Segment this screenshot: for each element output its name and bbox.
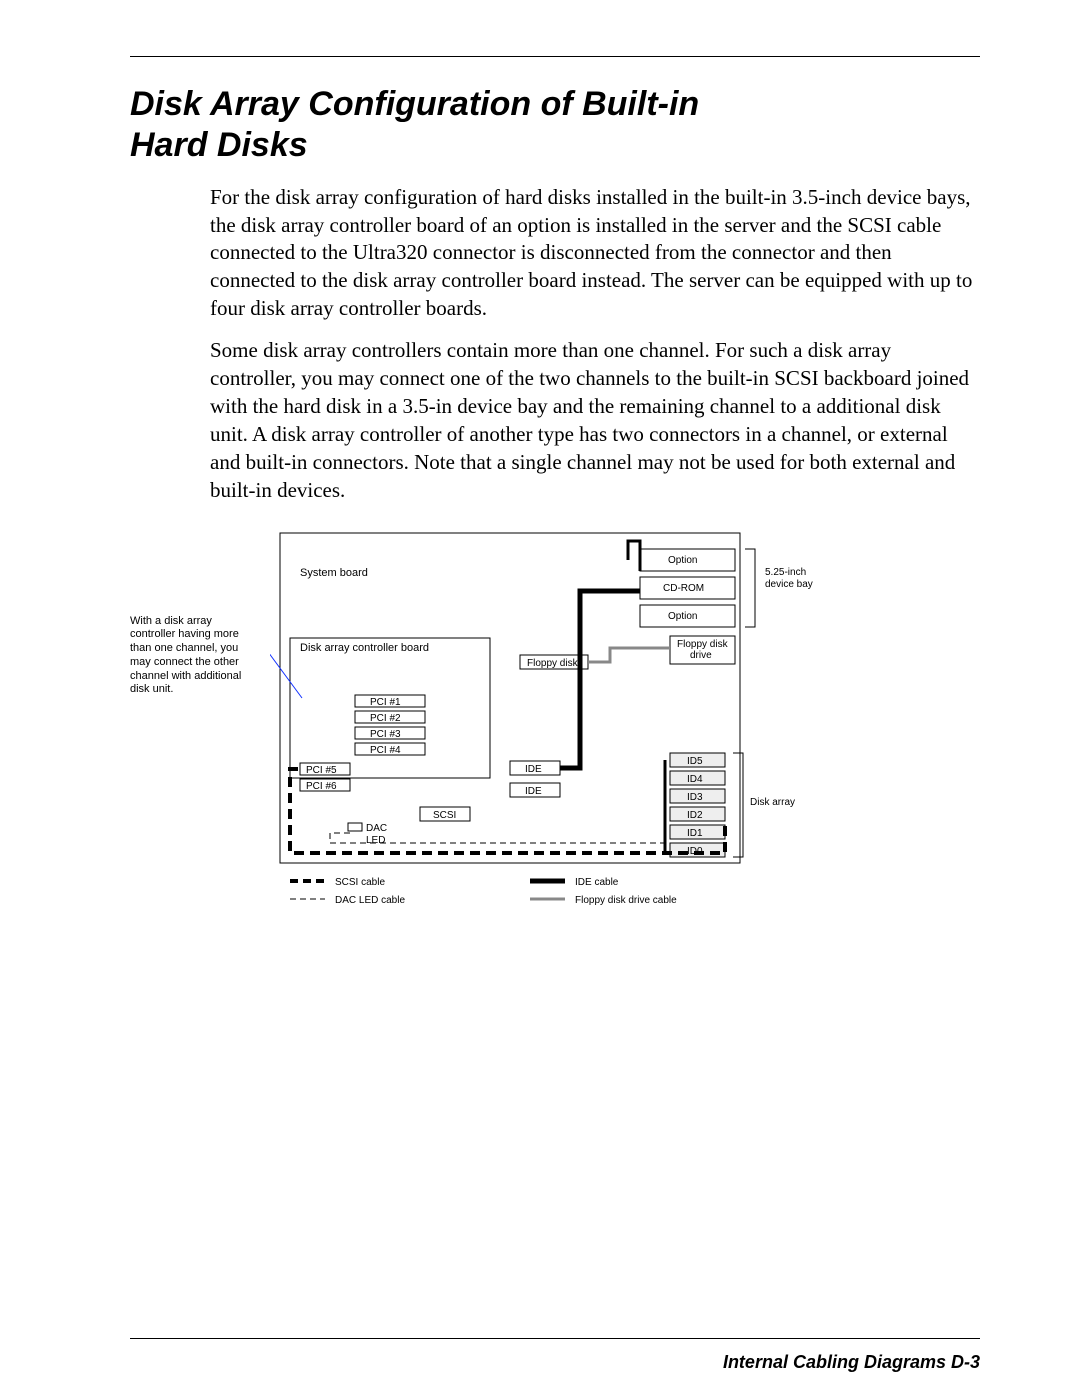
label-dac-board: Disk array controller board (300, 642, 429, 654)
label-id5: ID5 (687, 756, 703, 767)
label-id1: ID1 (687, 828, 703, 839)
label-pci3: PCI #3 (370, 729, 401, 740)
label-ide-a: IDE (525, 764, 542, 775)
legend: SCSI cable DAC LED cable IDE cable Flopp… (290, 877, 677, 906)
label-option-b: Option (668, 611, 697, 622)
body-text: For the disk array configuration of hard… (210, 184, 980, 505)
label-option-a: Option (668, 555, 697, 566)
label-led: LED (366, 835, 385, 846)
page-title: Disk Array Configuration of Built-in Har… (130, 84, 730, 166)
label-fdd-b: drive (690, 650, 712, 661)
legend-fdd: Floppy disk drive cable (575, 895, 677, 906)
diagram-container: With a disk array controller having more… (130, 523, 980, 923)
top-rule (130, 56, 980, 57)
label-fdd-a: Floppy disk (677, 639, 729, 650)
label-pci6: PCI #6 (306, 781, 337, 792)
label-pci4: PCI #4 (370, 745, 401, 756)
label-pci1: PCI #1 (370, 697, 401, 708)
label-system-board: System board (300, 567, 368, 579)
side-note: With a disk array controller having more… (130, 615, 260, 698)
footer: Internal Cabling Diagrams D-3 (723, 1352, 980, 1373)
label-scsi: SCSI (433, 810, 456, 821)
label-id2: ID2 (687, 810, 703, 821)
label-dac: DAC (366, 823, 387, 834)
label-pci5: PCI #5 (306, 765, 337, 776)
label-id4: ID4 (687, 774, 703, 785)
bottom-rule (130, 1338, 980, 1339)
legend-dac: DAC LED cable (335, 895, 405, 906)
paragraph-2: Some disk array controllers contain more… (210, 337, 980, 505)
label-ide-b: IDE (525, 786, 542, 797)
legend-ide: IDE cable (575, 877, 619, 888)
label-id3: ID3 (687, 792, 703, 803)
label-disk-array: Disk array (750, 797, 795, 808)
label-floppy: Floppy disk (527, 658, 579, 669)
label-525-a: 5.25-inch (765, 567, 806, 578)
label-pci2: PCI #2 (370, 713, 401, 724)
cabling-diagram: System board Disk array controller board… (270, 523, 880, 923)
label-525-b: device bay (765, 579, 813, 590)
label-cdrom: CD-ROM (663, 583, 704, 594)
legend-scsi: SCSI cable (335, 877, 385, 888)
paragraph-1: For the disk array configuration of hard… (210, 184, 980, 324)
